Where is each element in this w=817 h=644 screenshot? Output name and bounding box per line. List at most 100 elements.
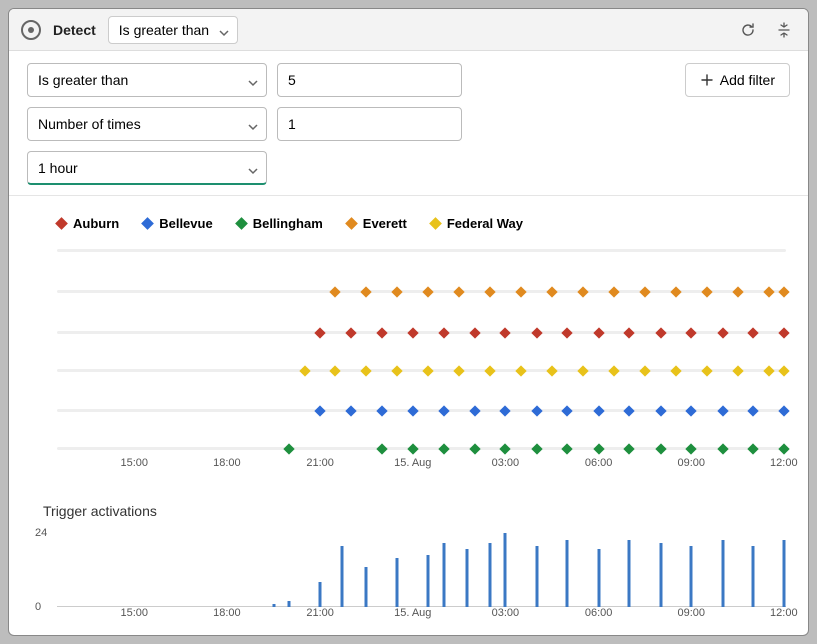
data-point bbox=[732, 286, 743, 297]
count-input[interactable]: 1 bbox=[277, 107, 462, 141]
bar bbox=[659, 543, 662, 607]
collapse-button[interactable] bbox=[772, 18, 796, 42]
x-tick: 21:00 bbox=[306, 457, 334, 469]
data-point bbox=[531, 327, 542, 338]
data-point bbox=[360, 365, 371, 376]
bar bbox=[341, 546, 344, 607]
data-point bbox=[686, 327, 697, 338]
threshold-value: 5 bbox=[288, 72, 296, 88]
data-point bbox=[469, 327, 480, 338]
threshold-input[interactable]: 5 bbox=[277, 63, 462, 97]
x-tick: 18:00 bbox=[213, 607, 241, 619]
legend-item: Federal Way bbox=[431, 216, 523, 231]
data-point bbox=[778, 327, 789, 338]
x-tick: 12:00 bbox=[770, 607, 798, 619]
gridline bbox=[57, 249, 786, 252]
legend-marker-icon bbox=[429, 217, 442, 230]
x-tick: 12:00 bbox=[770, 457, 798, 469]
data-point bbox=[516, 286, 527, 297]
data-point bbox=[732, 365, 743, 376]
mode-dropdown[interactable]: Is greater than bbox=[108, 16, 238, 44]
window-value: 1 hour bbox=[38, 160, 78, 176]
bar bbox=[365, 567, 368, 607]
bar bbox=[396, 558, 399, 607]
data-point bbox=[360, 286, 371, 297]
data-point bbox=[624, 405, 635, 416]
bar bbox=[466, 549, 469, 607]
data-point bbox=[330, 365, 341, 376]
data-point bbox=[283, 443, 294, 454]
legend-item: Bellevue bbox=[143, 216, 212, 231]
mode-dropdown-value: Is greater than bbox=[119, 22, 209, 38]
data-point bbox=[608, 365, 619, 376]
data-point bbox=[407, 327, 418, 338]
legend-label: Everett bbox=[363, 216, 407, 231]
count-select[interactable]: Number of times bbox=[27, 107, 267, 141]
gridline bbox=[57, 447, 786, 450]
data-point bbox=[639, 365, 650, 376]
data-point bbox=[531, 405, 542, 416]
bar bbox=[597, 549, 600, 607]
bar bbox=[535, 546, 538, 607]
chevron-down-icon bbox=[248, 75, 258, 85]
data-point bbox=[670, 286, 681, 297]
x-tick: 06:00 bbox=[585, 457, 613, 469]
operator-select[interactable]: Is greater than bbox=[27, 63, 267, 97]
data-point bbox=[778, 443, 789, 454]
data-point bbox=[531, 443, 542, 454]
detect-label: Detect bbox=[53, 22, 96, 38]
data-point bbox=[763, 365, 774, 376]
data-point bbox=[376, 327, 387, 338]
data-point bbox=[701, 365, 712, 376]
y-tick: 0 bbox=[35, 601, 41, 613]
data-point bbox=[748, 327, 759, 338]
legend-marker-icon bbox=[141, 217, 154, 230]
data-point bbox=[655, 443, 666, 454]
add-filter-button[interactable]: Add filter bbox=[685, 63, 790, 97]
x-tick: 06:00 bbox=[585, 607, 613, 619]
data-point bbox=[717, 327, 728, 338]
window-select[interactable]: 1 hour bbox=[27, 151, 267, 185]
data-point bbox=[345, 405, 356, 416]
data-point bbox=[763, 286, 774, 297]
legend: AuburnBellevueBellinghamEverettFederal W… bbox=[57, 216, 790, 231]
controls-panel: Is greater than 5 Number of times 1 bbox=[9, 51, 808, 195]
x-tick: 21:00 bbox=[306, 607, 334, 619]
gridline bbox=[57, 331, 786, 334]
scatter-x-axis: 15:0018:0021:0015. Aug03:0006:0009:0012:… bbox=[57, 457, 786, 475]
data-point bbox=[330, 286, 341, 297]
chevron-down-icon bbox=[248, 119, 258, 129]
bar bbox=[443, 543, 446, 607]
data-point bbox=[578, 286, 589, 297]
data-point bbox=[778, 405, 789, 416]
data-point bbox=[717, 443, 728, 454]
data-point bbox=[593, 405, 604, 416]
chart-area: AuburnBellevueBellinghamEverettFederal W… bbox=[9, 196, 808, 635]
bar-chart: 24 0 bbox=[57, 527, 786, 607]
data-point bbox=[392, 286, 403, 297]
data-point bbox=[438, 443, 449, 454]
bars-title: Trigger activations bbox=[43, 503, 790, 519]
legend-marker-icon bbox=[55, 217, 68, 230]
bar bbox=[782, 540, 785, 607]
legend-item: Auburn bbox=[57, 216, 119, 231]
plus-icon bbox=[700, 73, 714, 87]
data-point bbox=[562, 405, 573, 416]
bar bbox=[628, 540, 631, 607]
bar bbox=[690, 546, 693, 607]
chevron-down-icon bbox=[248, 163, 258, 173]
legend-marker-icon bbox=[345, 217, 358, 230]
refresh-button[interactable] bbox=[736, 18, 760, 42]
data-point bbox=[392, 365, 403, 376]
data-point bbox=[469, 443, 480, 454]
legend-label: Auburn bbox=[73, 216, 119, 231]
data-point bbox=[314, 327, 325, 338]
operator-value: Is greater than bbox=[38, 72, 128, 88]
x-tick: 15. Aug bbox=[394, 607, 431, 619]
data-point bbox=[454, 365, 465, 376]
data-point bbox=[516, 365, 527, 376]
data-point bbox=[670, 365, 681, 376]
data-point bbox=[376, 443, 387, 454]
x-tick: 09:00 bbox=[677, 457, 705, 469]
data-point bbox=[299, 365, 310, 376]
